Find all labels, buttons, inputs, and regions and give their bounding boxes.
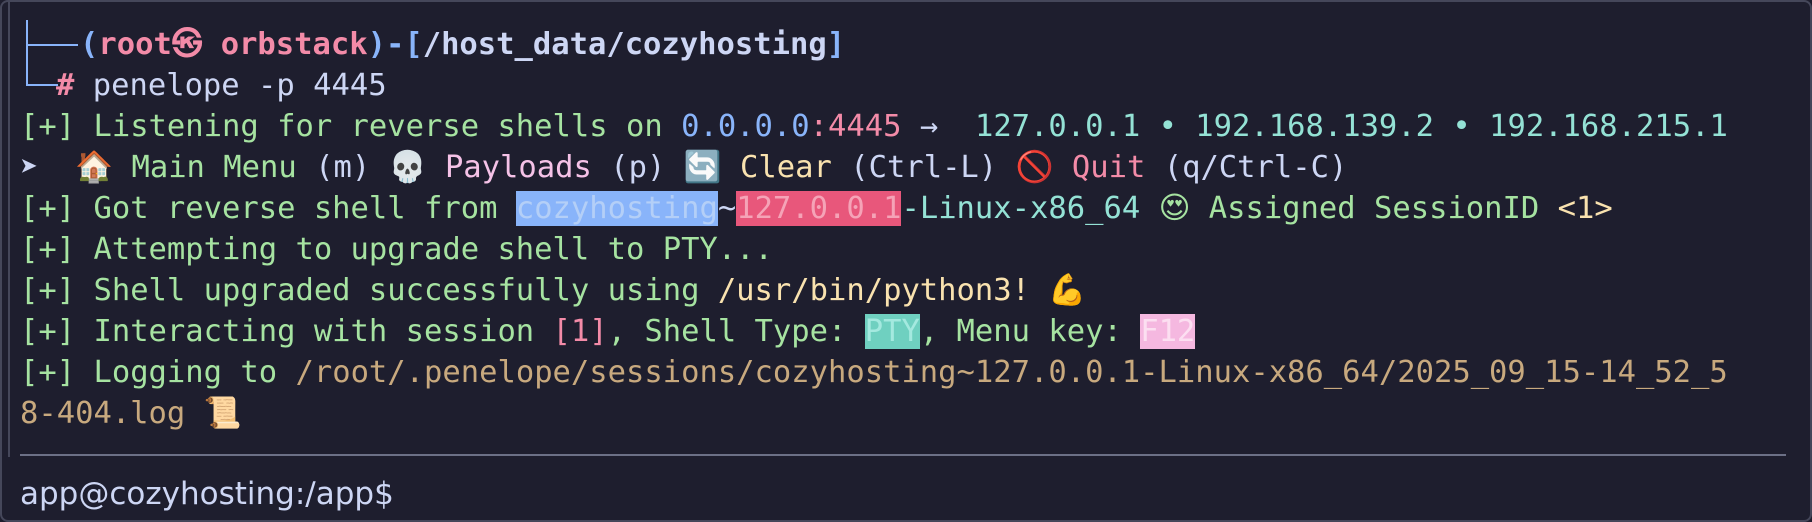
listening-text: Listening for reverse shells on <box>93 109 663 144</box>
payloads-label: Payloads <box>444 150 592 185</box>
logging-text: Logging to <box>93 355 278 390</box>
quit-key: (q/Ctrl-C) <box>1163 150 1348 185</box>
clear-key: (Ctrl-L) <box>850 150 998 185</box>
interacting-line: [+] Interacting with session [1], Shell … <box>20 311 1196 352</box>
log-path: /root/.penelope/sessions/cozyhosting~127… <box>295 355 1728 390</box>
shell-ip: 127.0.0.1 <box>736 191 902 226</box>
prompt-hash: # <box>56 68 75 103</box>
separator-line <box>20 454 1786 456</box>
prompt-header: (root㉿ orbstack)-[/host_data/cozyhosting… <box>80 24 845 65</box>
refresh-icon: 🔄 <box>683 150 722 185</box>
prompt-user: root <box>98 27 172 62</box>
main-menu-label: Main Menu <box>131 150 297 185</box>
pointer-icon: ➤ <box>20 150 39 185</box>
got-shell-text: Got reverse shell from <box>93 191 498 226</box>
prompt-at-symbol: ㉿ <box>171 27 203 62</box>
listening-ip: 0.0.0.0 <box>681 109 810 144</box>
shell-tilde: ~ <box>717 191 737 226</box>
shell-type-label: , Shell Type: <box>607 314 847 349</box>
status-prefix: [+] <box>20 355 76 390</box>
logging-line: [+] Logging to /root/.penelope/sessions/… <box>20 352 1728 393</box>
log-path-continued: 8-404.log <box>20 396 186 431</box>
shell-arch: -Linux-x86_64 <box>901 191 1141 226</box>
status-prefix: [+] <box>20 273 76 308</box>
main-menu-key: (m) <box>315 150 371 185</box>
upgraded-text: Shell upgraded successfully using <box>93 273 700 308</box>
logging-line-continued: 8-404.log 📜 <box>20 393 242 434</box>
menu-key-label: , Menu key: <box>919 314 1122 349</box>
shell-prompt-text: app@cozyhosting:/app$ <box>20 476 394 512</box>
shell-prompt[interactable]: app@cozyhosting:/app$ <box>20 474 394 515</box>
prompt-corner-top <box>26 20 78 46</box>
shell-type-value: PTY <box>864 314 920 349</box>
home-icon: 🏠 <box>75 150 114 185</box>
attempting-text: Attempting to upgrade shell to PTY... <box>93 232 773 267</box>
listening-port: :4445 <box>809 109 902 144</box>
upgraded-line: [+] Shell upgraded successfully using /u… <box>20 270 1086 311</box>
interacting-text: Interacting with session <box>93 314 535 349</box>
status-prefix: [+] <box>20 232 76 267</box>
assigned-text: Assigned SessionID <box>1208 191 1540 226</box>
session-number: [1] <box>552 314 608 349</box>
listening-addresses: 127.0.0.1 • 192.168.139.2 • 192.168.215.… <box>974 109 1728 144</box>
prompt-host-space <box>202 27 220 62</box>
command-text: penelope -p 4445 <box>92 68 387 103</box>
listening-line: [+] Listening for reverse shells on 0.0.… <box>20 106 1728 147</box>
got-shell-line: [+] Got reverse shell from cozyhosting~1… <box>20 188 1613 229</box>
shell-hostname: cozyhosting <box>515 191 718 226</box>
menu-key-value: F12 <box>1140 314 1196 349</box>
python-binary: /usr/bin/python3! <box>717 273 1030 308</box>
status-prefix: [+] <box>20 109 76 144</box>
prompt-close-bracket: ] <box>826 27 846 62</box>
arrow-icon: → <box>919 109 939 144</box>
gutter-line <box>8 2 10 457</box>
command-line: # penelope -p 4445 <box>56 65 387 106</box>
main-menu-bar: ➤ 🏠 Main Menu (m) 💀 Payloads (p) 🔄 Clear… <box>20 147 1347 188</box>
prompt-path: /host_data/cozyhosting <box>422 27 827 62</box>
skull-icon: 💀 <box>388 150 427 185</box>
status-prefix: [+] <box>20 191 76 226</box>
status-prefix: [+] <box>20 314 76 349</box>
session-id: <1> <box>1557 191 1613 226</box>
quit-label: Quit <box>1071 150 1146 185</box>
payloads-key: (p) <box>610 150 666 185</box>
prohibited-icon: 🚫 <box>1015 150 1054 185</box>
terminal-window[interactable]: (root㉿ orbstack)-[/host_data/cozyhosting… <box>0 0 1812 522</box>
heart-eyes-icon: 😍 <box>1158 191 1191 226</box>
prompt-host: orbstack <box>220 27 368 62</box>
prompt-separator: )-[ <box>367 27 423 62</box>
clear-label: Clear <box>740 150 832 185</box>
prompt-corner-bottom <box>26 46 58 86</box>
scroll-icon: 📜 <box>203 396 242 431</box>
prompt-open-paren: ( <box>80 27 99 62</box>
muscle-icon: 💪 <box>1048 273 1087 308</box>
attempting-line: [+] Attempting to upgrade shell to PTY..… <box>20 229 773 270</box>
